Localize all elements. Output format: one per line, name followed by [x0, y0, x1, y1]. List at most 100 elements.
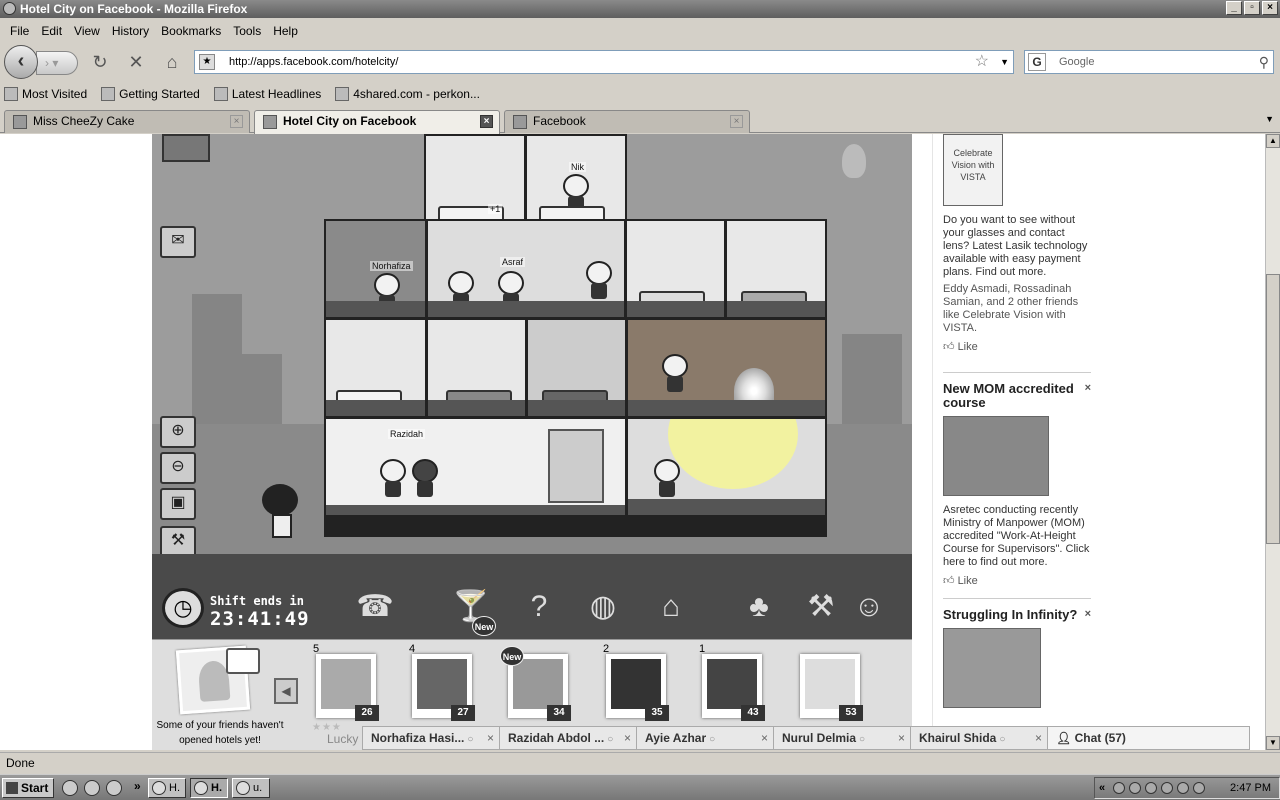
- taskbar-task[interactable]: u.: [232, 778, 270, 798]
- quicklaunch-icon[interactable]: [84, 780, 100, 796]
- ad-image[interactable]: [943, 628, 1041, 708]
- tab-close-icon[interactable]: ×: [730, 115, 743, 128]
- friend-card[interactable]: 4 27: [409, 643, 475, 721]
- room-on-fire[interactable]: [626, 318, 827, 418]
- tray-icon[interactable]: [1129, 782, 1141, 794]
- scroll-up-icon[interactable]: ▲: [1266, 134, 1280, 148]
- hammer-icon[interactable]: ⚒: [798, 584, 844, 630]
- chat-main-button[interactable]: 👤︎ Chat (57): [1048, 727, 1249, 749]
- help-box-icon[interactable]: ?: [516, 584, 562, 630]
- url-bar[interactable]: ★ http://apps.facebook.com/hotelcity/ ☆ …: [194, 50, 1014, 74]
- friend-card[interactable]: 5 26: [313, 643, 379, 721]
- menu-history[interactable]: History: [106, 24, 155, 38]
- ad-close-icon[interactable]: ×: [1085, 608, 1091, 621]
- lobby[interactable]: Razidah: [324, 417, 627, 517]
- furniture-paint-icon[interactable]: ♣: [736, 584, 782, 630]
- scroll-thumb[interactable]: [1266, 274, 1280, 544]
- start-button[interactable]: Start: [2, 778, 54, 798]
- gift-icon[interactable]: [162, 134, 210, 162]
- url-dropdown-icon[interactable]: ▼: [1000, 51, 1009, 73]
- chat-tab[interactable]: Nurul Delmia ○ ×: [774, 727, 911, 749]
- ad-image[interactable]: [943, 416, 1049, 496]
- menu-help[interactable]: Help: [267, 24, 304, 38]
- page-scrollbar[interactable]: ▲ ▼: [1265, 134, 1280, 750]
- quicklaunch-icon[interactable]: [106, 780, 122, 796]
- close-button[interactable]: ×: [1262, 1, 1278, 15]
- ad-title[interactable]: New MOM accredited course: [943, 382, 1091, 410]
- chat-close-icon[interactable]: ×: [761, 727, 768, 749]
- tab-hotel-city[interactable]: Hotel City on Facebook ×: [254, 110, 500, 134]
- quicklaunch-more-icon[interactable]: »: [134, 779, 141, 793]
- vista-logo[interactable]: Celebrate Vision with VISTA: [943, 134, 1003, 206]
- quicklaunch-icon[interactable]: [62, 780, 78, 796]
- zoom-in-button[interactable]: ⊕: [160, 416, 196, 448]
- tray-expand-icon[interactable]: «: [1099, 778, 1105, 798]
- bookmark-most-visited[interactable]: Most Visited: [4, 87, 87, 101]
- home-icon[interactable]: ⌂: [160, 51, 184, 73]
- bookmark-star-icon[interactable]: ☆: [975, 51, 989, 73]
- phone-icon[interactable]: ☎: [352, 584, 398, 630]
- chat-close-icon[interactable]: ×: [624, 727, 631, 749]
- room-disco[interactable]: [626, 417, 827, 517]
- ad-infinity[interactable]: Struggling In Infinity? ×: [943, 608, 1091, 716]
- tab-miss-cheezy-cake[interactable]: Miss CheeZy Cake ×: [4, 110, 250, 133]
- taskbar-task[interactable]: H.: [148, 778, 186, 798]
- ad-mom-course[interactable]: New MOM accredited course × Asretec cond…: [943, 382, 1091, 588]
- taskbar-task-active[interactable]: H.: [190, 778, 228, 798]
- stop-icon[interactable]: ✕: [124, 51, 148, 73]
- chat-tab[interactable]: Ayie Azhar ○ ×: [637, 727, 774, 749]
- ad-title[interactable]: Struggling In Infinity?: [943, 608, 1091, 622]
- chat-tab[interactable]: Norhafiza Hasi... ○ ×: [363, 727, 500, 749]
- friend-card[interactable]: 53: [800, 654, 863, 721]
- ad-vista[interactable]: Celebrate Vision with VISTA Do you want …: [943, 134, 1091, 354]
- elevator[interactable]: [548, 429, 604, 503]
- lucky-label[interactable]: Lucky: [327, 732, 358, 746]
- chat-close-icon[interactable]: ×: [1035, 727, 1042, 749]
- ad-close-icon[interactable]: ×: [1085, 382, 1091, 395]
- menu-file[interactable]: File: [4, 24, 35, 38]
- mail-button[interactable]: ✉: [160, 226, 196, 258]
- tab-close-icon[interactable]: ×: [230, 115, 243, 128]
- friends-prev-button[interactable]: ◀: [274, 678, 298, 704]
- room-bedroom-b[interactable]: [725, 219, 827, 319]
- room-gym[interactable]: Asraf: [426, 219, 626, 319]
- search-bar[interactable]: G Google ⚲: [1024, 50, 1274, 74]
- chat-close-icon[interactable]: ×: [898, 727, 905, 749]
- chat-close-icon[interactable]: ×: [487, 727, 494, 749]
- minimize-button[interactable]: _: [1226, 1, 1242, 15]
- tab-list-icon[interactable]: ▼: [1265, 114, 1274, 124]
- tray-icon[interactable]: [1161, 782, 1173, 794]
- hotel-city-game[interactable]: ✉ ⊕ ⊖ ▣ ⚒ +1 Nik Norhafiza Asraf Razidah…: [152, 134, 912, 639]
- volume-icon[interactable]: [1145, 782, 1157, 794]
- bookmark-4shared[interactable]: 4shared.com - perkon...: [335, 87, 480, 101]
- reload-icon[interactable]: ↻: [88, 51, 112, 73]
- room-bar[interactable]: Norhafiza: [324, 219, 427, 319]
- scroll-down-icon[interactable]: ▼: [1266, 736, 1280, 750]
- bookmark-latest-headlines[interactable]: Latest Headlines: [213, 87, 321, 101]
- bookmark-getting-started[interactable]: Getting Started: [101, 87, 200, 101]
- room-bedroom-d[interactable]: [426, 318, 527, 418]
- chat-tab[interactable]: Khairul Shida ○ ×: [911, 727, 1048, 749]
- globe-icon[interactable]: ◍: [580, 584, 626, 630]
- tray-icon[interactable]: [1193, 782, 1205, 794]
- friend-card[interactable]: 2 35: [603, 643, 669, 721]
- hotel-navigate-icon[interactable]: ⌂: [648, 584, 694, 630]
- envelope-icon[interactable]: [226, 648, 260, 674]
- maximize-button[interactable]: ▫: [1244, 1, 1260, 15]
- like-button[interactable]: 👍︎ Like: [943, 341, 1091, 354]
- friend-card[interactable]: 1 43: [699, 643, 765, 721]
- room-bedroom-a[interactable]: [625, 219, 726, 319]
- menu-edit[interactable]: Edit: [35, 24, 68, 38]
- menu-view[interactable]: View: [68, 24, 106, 38]
- back-button[interactable]: ‹: [4, 45, 38, 79]
- menu-tools[interactable]: Tools: [227, 24, 267, 38]
- search-icon[interactable]: ⚲: [1259, 51, 1269, 73]
- menu-bookmarks[interactable]: Bookmarks: [155, 24, 227, 38]
- forward-button[interactable]: › ▾: [36, 51, 78, 75]
- like-button[interactable]: 👍︎ Like: [943, 575, 1091, 588]
- tray-icon[interactable]: [1113, 782, 1125, 794]
- tab-close-icon[interactable]: ×: [480, 115, 493, 128]
- zoom-out-button[interactable]: ⊖: [160, 452, 196, 484]
- staff-icon[interactable]: ☺: [846, 584, 892, 630]
- tab-facebook[interactable]: Facebook ×: [504, 110, 750, 133]
